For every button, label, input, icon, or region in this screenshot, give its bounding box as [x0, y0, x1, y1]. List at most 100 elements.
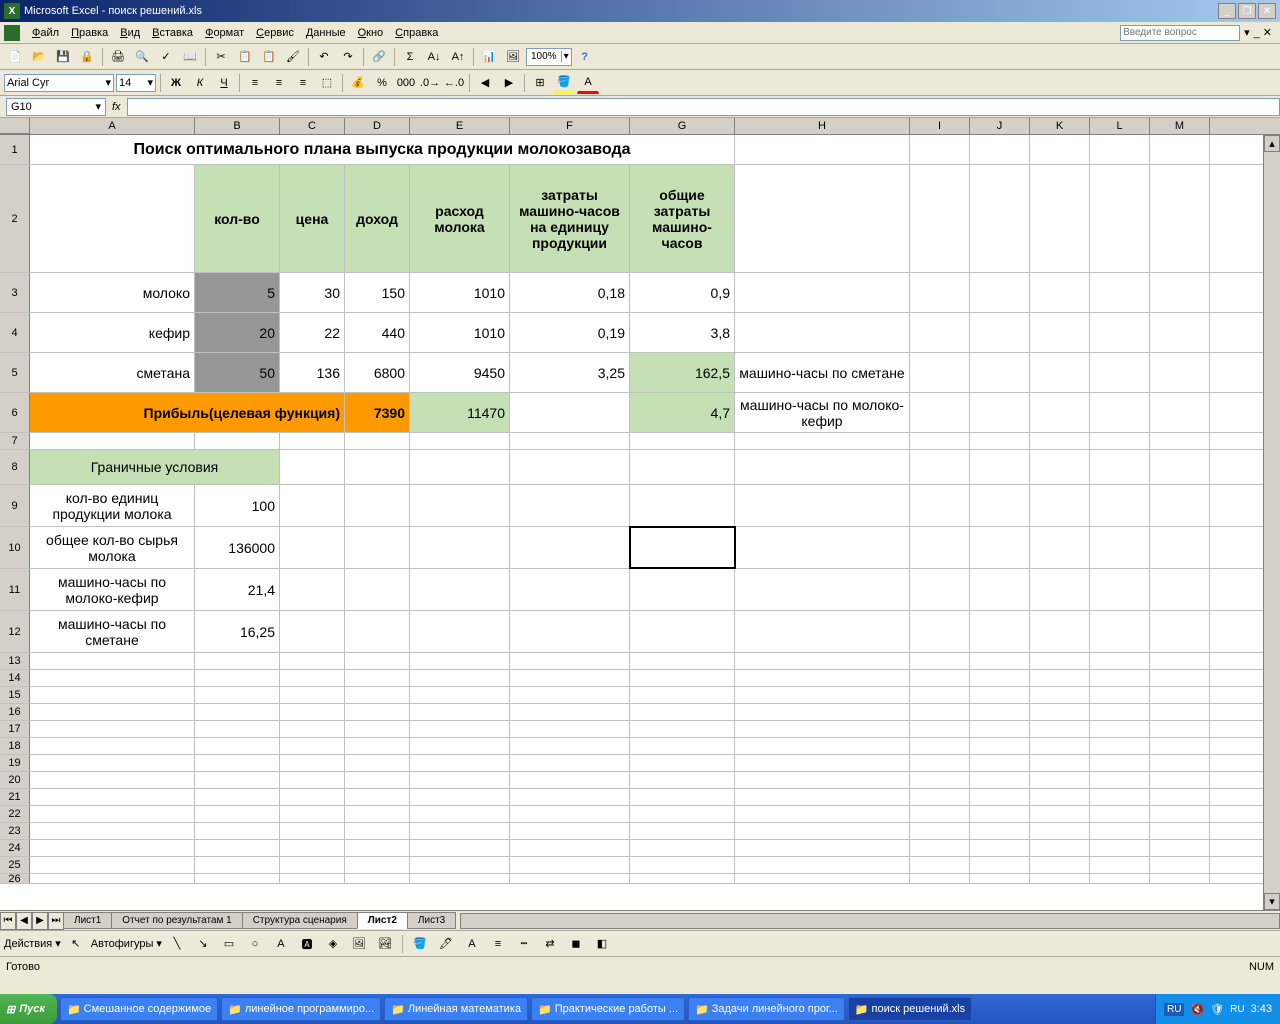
row-header-26[interactable]: 26 [0, 874, 30, 883]
cell-G10[interactable] [630, 527, 735, 568]
cell-H2[interactable] [735, 165, 910, 272]
cell-K13[interactable] [1030, 653, 1090, 669]
cell-K6[interactable] [1030, 393, 1090, 432]
cell-L25[interactable] [1090, 857, 1150, 873]
cell-C3[interactable]: 30 [280, 273, 345, 312]
row-header-9[interactable]: 9 [0, 485, 30, 526]
cell-G22[interactable] [630, 806, 735, 822]
cell-B5[interactable]: 50 [195, 353, 280, 392]
cell-K14[interactable] [1030, 670, 1090, 686]
cell-J15[interactable] [970, 687, 1030, 703]
cell-F9[interactable] [510, 485, 630, 526]
taskbar-item[interactable]: 📁линейное программиро... [221, 997, 381, 1021]
cell-D19[interactable] [345, 755, 410, 771]
cell-H8[interactable] [735, 450, 910, 484]
cell-A18[interactable] [30, 738, 195, 754]
cell-C7[interactable] [280, 433, 345, 449]
cell-K16[interactable] [1030, 704, 1090, 720]
row-header-25[interactable]: 25 [0, 857, 30, 873]
cell-C14[interactable] [280, 670, 345, 686]
zoom-dropdown[interactable]: 100%▾ [526, 48, 572, 66]
cell-B20[interactable] [195, 772, 280, 788]
cell-H4[interactable] [735, 313, 910, 352]
cell-I17[interactable] [910, 721, 970, 737]
cell-J8[interactable] [970, 450, 1030, 484]
cell-I9[interactable] [910, 485, 970, 526]
cell-F4[interactable]: 0,19 [510, 313, 630, 352]
row-header-6[interactable]: 6 [0, 393, 30, 432]
cell-C15[interactable] [280, 687, 345, 703]
cell-L24[interactable] [1090, 840, 1150, 856]
cell-M3[interactable] [1150, 273, 1210, 312]
cell-L2[interactable] [1090, 165, 1150, 272]
permission-button[interactable]: 🔒 [76, 46, 98, 68]
cell-C18[interactable] [280, 738, 345, 754]
cell-M12[interactable] [1150, 611, 1210, 652]
cell-L13[interactable] [1090, 653, 1150, 669]
format-painter-button[interactable]: 🖌 [282, 46, 304, 68]
cell-A20[interactable] [30, 772, 195, 788]
cell-L12[interactable] [1090, 611, 1150, 652]
decrease-decimal-button[interactable]: ←.0 [443, 72, 465, 94]
scroll-down-button[interactable]: ▾ [1264, 893, 1280, 910]
cell-K15[interactable] [1030, 687, 1090, 703]
cell-B18[interactable] [195, 738, 280, 754]
cell-A12[interactable]: машино-часы по сметане [30, 611, 195, 652]
scroll-up-button[interactable]: ▴ [1264, 135, 1280, 152]
taskbar-item[interactable]: 📁Практические работы ... [531, 997, 685, 1021]
select-all-corner[interactable] [0, 118, 30, 134]
menu-Вид[interactable]: Вид [114, 25, 146, 41]
cell-G13[interactable] [630, 653, 735, 669]
cell-H7[interactable] [735, 433, 910, 449]
cell-E3[interactable]: 1010 [410, 273, 510, 312]
cell-H22[interactable] [735, 806, 910, 822]
cell-A25[interactable] [30, 857, 195, 873]
cell-M22[interactable] [1150, 806, 1210, 822]
col-header-H[interactable]: H [735, 118, 910, 134]
cell-M18[interactable] [1150, 738, 1210, 754]
paste-button[interactable]: 📋 [258, 46, 280, 68]
cell-C23[interactable] [280, 823, 345, 839]
cell-E9[interactable] [410, 485, 510, 526]
cell-K12[interactable] [1030, 611, 1090, 652]
cell-B16[interactable] [195, 704, 280, 720]
row-header-21[interactable]: 21 [0, 789, 30, 805]
cell-K7[interactable] [1030, 433, 1090, 449]
cell-H21[interactable] [735, 789, 910, 805]
cell-B19[interactable] [195, 755, 280, 771]
tray-icon[interactable]: 🛡 [1210, 1003, 1224, 1016]
row-header-14[interactable]: 14 [0, 670, 30, 686]
cell-C17[interactable] [280, 721, 345, 737]
sheet-tab-Структура сценария[interactable]: Структура сценария [242, 912, 358, 929]
cell-M25[interactable] [1150, 857, 1210, 873]
cell-F18[interactable] [510, 738, 630, 754]
textbox-button[interactable]: A [270, 933, 292, 955]
cell-F26[interactable] [510, 874, 630, 883]
line-button[interactable]: ╲ [166, 933, 188, 955]
cell-B3[interactable]: 5 [195, 273, 280, 312]
col-header-E[interactable]: E [410, 118, 510, 134]
cell-E18[interactable] [410, 738, 510, 754]
cell-M26[interactable] [1150, 874, 1210, 883]
col-header-M[interactable]: M [1150, 118, 1210, 134]
row-header-8[interactable]: 8 [0, 450, 30, 484]
cell-J5[interactable] [970, 353, 1030, 392]
cell-F24[interactable] [510, 840, 630, 856]
cell-B2[interactable]: кол-во [195, 165, 280, 272]
vertical-scrollbar[interactable]: ▴ ▾ [1263, 135, 1280, 910]
cell-I3[interactable] [910, 273, 970, 312]
cell-J11[interactable] [970, 569, 1030, 610]
cell-B21[interactable] [195, 789, 280, 805]
cell-F14[interactable] [510, 670, 630, 686]
cell-G15[interactable] [630, 687, 735, 703]
cell-H10[interactable] [735, 527, 910, 568]
decrease-indent-button[interactable]: ◀ [474, 72, 496, 94]
cell-K3[interactable] [1030, 273, 1090, 312]
col-header-D[interactable]: D [345, 118, 410, 134]
cell-E12[interactable] [410, 611, 510, 652]
cell-A2[interactable] [30, 165, 195, 272]
cell-J21[interactable] [970, 789, 1030, 805]
tab-prev-button[interactable]: ◀ [16, 912, 32, 930]
cell-C16[interactable] [280, 704, 345, 720]
cell-M24[interactable] [1150, 840, 1210, 856]
